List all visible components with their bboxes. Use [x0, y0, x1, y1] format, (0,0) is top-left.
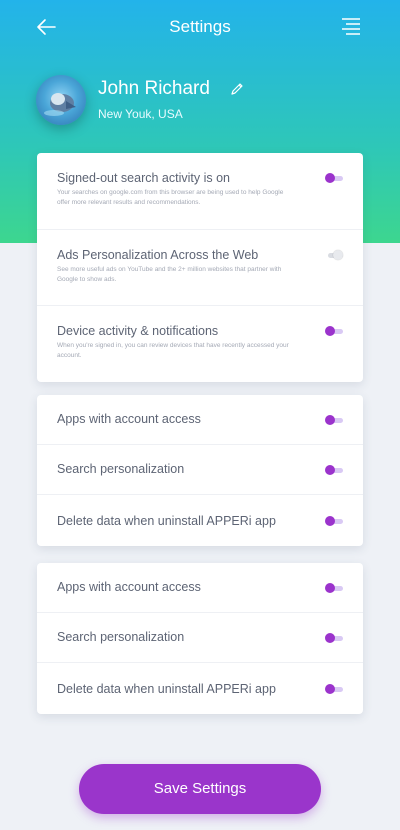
menu-button[interactable] [338, 14, 364, 40]
edit-profile-button[interactable] [230, 82, 244, 96]
setting-toggle[interactable] [325, 465, 343, 475]
setting-toggle[interactable] [325, 583, 343, 593]
list-item: Search personalization [37, 613, 363, 663]
list-item: Search personalization [37, 445, 363, 495]
list-item: Apps with account access [37, 563, 363, 613]
pencil-icon [231, 83, 243, 95]
top-bar: Settings [0, 0, 400, 54]
setting-title: Delete data when uninstall APPERi app [57, 514, 276, 528]
setting-title: Ads Personalization Across the Web [57, 248, 259, 262]
setting-title: Device activity & notifications [57, 324, 219, 338]
setting-title: Search personalization [57, 630, 185, 644]
list-item: Apps with account access [37, 395, 363, 445]
setting-toggle[interactable] [325, 326, 343, 336]
privacy-settings-card: Signed-out search activity is on Your se… [37, 153, 363, 382]
list-item: Delete data when uninstall APPERi app [37, 495, 363, 546]
list-item: Signed-out search activity is on Your se… [37, 153, 363, 230]
setting-title: Signed-out search activity is on [57, 171, 231, 185]
setting-title: Apps with account access [57, 580, 201, 594]
setting-toggle[interactable] [325, 173, 343, 183]
setting-toggle[interactable] [325, 516, 343, 526]
menu-icon [342, 18, 360, 35]
list-item: Delete data when uninstall APPERi app [37, 663, 363, 714]
user-location: New Youk, USA [98, 107, 183, 121]
setting-title: Delete data when uninstall APPERi app [57, 682, 276, 696]
list-item: Ads Personalization Across the Web See m… [37, 230, 363, 306]
list-item: Device activity & notifications When you… [37, 306, 363, 382]
app-settings-card: Apps with account access Search personal… [37, 395, 363, 546]
setting-description: See more useful ads on YouTube and the 2… [57, 266, 282, 283]
user-name: John Richard [98, 78, 210, 99]
setting-toggle[interactable] [325, 684, 343, 694]
setting-title: Apps with account access [57, 412, 201, 426]
app-settings-card-2: Apps with account access Search personal… [37, 563, 363, 714]
setting-description: When you're signed in, you can review de… [57, 342, 289, 359]
setting-description: Your searches on google.com from this br… [57, 189, 284, 206]
setting-title: Search personalization [57, 462, 185, 476]
setting-toggle[interactable] [325, 633, 343, 643]
setting-toggle[interactable] [325, 415, 343, 425]
avatar-image [44, 93, 76, 116]
setting-toggle[interactable] [325, 250, 343, 260]
avatar[interactable] [36, 75, 86, 125]
save-settings-button[interactable]: Save Settings [79, 764, 321, 814]
